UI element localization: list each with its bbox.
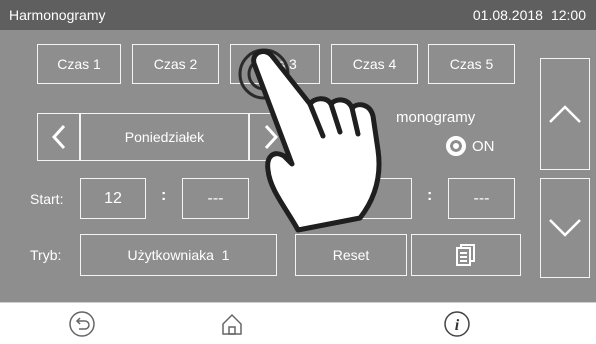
- next-day-button[interactable]: [249, 113, 292, 161]
- prev-day-button[interactable]: [37, 113, 80, 161]
- start-minute-value: ---: [207, 189, 224, 207]
- page-title: Harmonogramy: [9, 7, 106, 23]
- time-slot-3-label: Czas 3: [253, 56, 297, 72]
- chevron-up-icon: [549, 105, 581, 123]
- time-slot-2-label: Czas 2: [153, 56, 198, 72]
- date-label: 01.08.2018: [472, 7, 543, 23]
- start-minute-field[interactable]: ---: [182, 178, 249, 219]
- toggle-state-label: ON: [472, 137, 495, 155]
- time-slot-5-button[interactable]: Czas 5: [428, 44, 515, 84]
- time-slot-5-label: Czas 5: [449, 56, 494, 72]
- home-icon[interactable]: [218, 310, 246, 338]
- chevron-right-icon: [264, 124, 278, 150]
- main-screen: Harmonogramy 01.08.2018 12:00 Czas 1 Czas…: [0, 0, 596, 302]
- time-label: 12:00: [550, 7, 586, 23]
- mode-select[interactable]: Użytkowniaka 1: [80, 234, 277, 276]
- date-time: 01.08.2018 12:00: [473, 7, 586, 23]
- copy-document-icon: [456, 244, 475, 266]
- reset-button[interactable]: Reset: [295, 234, 407, 276]
- mode-label: Tryb:: [30, 247, 62, 263]
- back-arrow-icon[interactable]: [68, 310, 96, 338]
- stop-minute-field[interactable]: ---: [448, 178, 515, 219]
- start-hour-field[interactable]: 12: [80, 178, 146, 219]
- schedule-toggle[interactable]: ON: [446, 136, 495, 156]
- schedule-toggle-label: monogramy: [396, 109, 476, 126]
- chevron-down-icon: [549, 219, 581, 237]
- day-label: Poniedziałek: [124, 129, 205, 145]
- stop-hour-field[interactable]: [346, 178, 412, 219]
- start-hour-value: 12: [104, 189, 122, 207]
- copy-button[interactable]: [411, 234, 521, 276]
- time-slot-1-button[interactable]: Czas 1: [37, 44, 121, 84]
- bottom-nav-bar: i: [0, 302, 596, 344]
- start-separator: :: [161, 187, 167, 204]
- time-slot-4-button[interactable]: Czas 4: [331, 44, 418, 84]
- time-slot-1-label: Czas 1: [57, 56, 101, 72]
- time-slot-4-label: Czas 4: [352, 56, 397, 72]
- radio-indicator-icon: [446, 136, 466, 156]
- mode-value: Użytkowniaka 1: [127, 247, 230, 263]
- time-slot-3-button[interactable]: Czas 3: [230, 44, 320, 84]
- time-slot-2-button[interactable]: Czas 2: [132, 44, 219, 84]
- stop-separator: :: [427, 187, 433, 204]
- chevron-left-icon: [51, 124, 65, 150]
- scroll-up-button[interactable]: [540, 58, 590, 170]
- reset-label: Reset: [332, 247, 370, 263]
- start-label: Start:: [30, 191, 64, 207]
- scroll-down-button[interactable]: [540, 178, 590, 278]
- info-icon[interactable]: i: [443, 310, 471, 338]
- title-bar: Harmonogramy 01.08.2018 12:00: [0, 0, 596, 30]
- svg-text:i: i: [455, 317, 460, 334]
- stop-minute-value: ---: [473, 189, 490, 207]
- day-display[interactable]: Poniedziałek: [80, 113, 249, 161]
